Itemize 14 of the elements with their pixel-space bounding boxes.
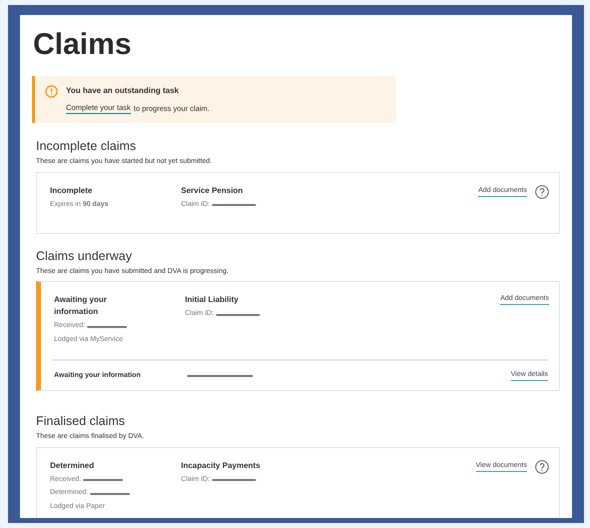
alert-title: You have an outstanding task [66,85,180,97]
claim-type: Incapacity Payments [181,460,262,472]
claim-status: Determined [50,460,96,472]
section-heading: Claims underway [36,248,133,264]
claim-type: Service Pension [181,184,244,197]
help-icon[interactable] [535,184,549,199]
page-title: Claims [33,27,132,63]
warning-icon [45,85,58,98]
claim-type: Initial Liability [185,294,240,306]
claim-status: Incomplete [50,184,94,197]
claim-status: Awaiting your information [54,294,108,318]
help-icon[interactable] [535,460,549,474]
section-heading: Incomplete claims [36,138,138,154]
section-heading: Finalised claims [36,413,126,430]
